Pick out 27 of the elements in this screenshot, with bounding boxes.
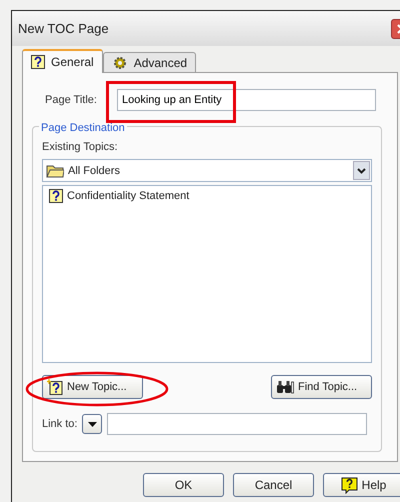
folder-icon (46, 164, 64, 178)
find-topic-button[interactable]: Find Topic... (271, 375, 372, 399)
topic-item[interactable]: Confidentiality Statement (49, 189, 371, 203)
group-title: Page Destination (39, 122, 127, 134)
window-title: New TOC Page (18, 21, 109, 36)
help-icon (31, 55, 45, 69)
dropdown-button[interactable] (353, 161, 370, 180)
dialog-button[interactable]: OK (143, 473, 224, 497)
existing-topics-label: Existing Topics: (42, 141, 119, 153)
help-icon (340, 476, 358, 494)
dialog-button[interactable]: Help (323, 473, 400, 497)
help-topic-icon (49, 189, 63, 203)
tab[interactable]: General (22, 49, 103, 73)
new-topic-icon (47, 379, 63, 395)
page-title-field[interactable]: Looking up an Entity (117, 89, 376, 111)
tab[interactable]: Advanced (102, 52, 196, 72)
binoculars-icon (276, 380, 294, 394)
caret-icon (88, 422, 97, 426)
page-title-label: Page Title: (45, 94, 98, 106)
link-to-label: Link to: (42, 418, 78, 430)
chevron-down-icon (357, 168, 366, 174)
link-dropdown-button[interactable] (82, 414, 102, 434)
link-to-field[interactable] (107, 413, 368, 435)
gear-icon (112, 56, 128, 70)
folder-dropdown[interactable]: All Folders (42, 159, 372, 182)
dialog-button[interactable]: Cancel (233, 473, 314, 497)
new-topic-button[interactable]: New Topic... (42, 375, 143, 399)
